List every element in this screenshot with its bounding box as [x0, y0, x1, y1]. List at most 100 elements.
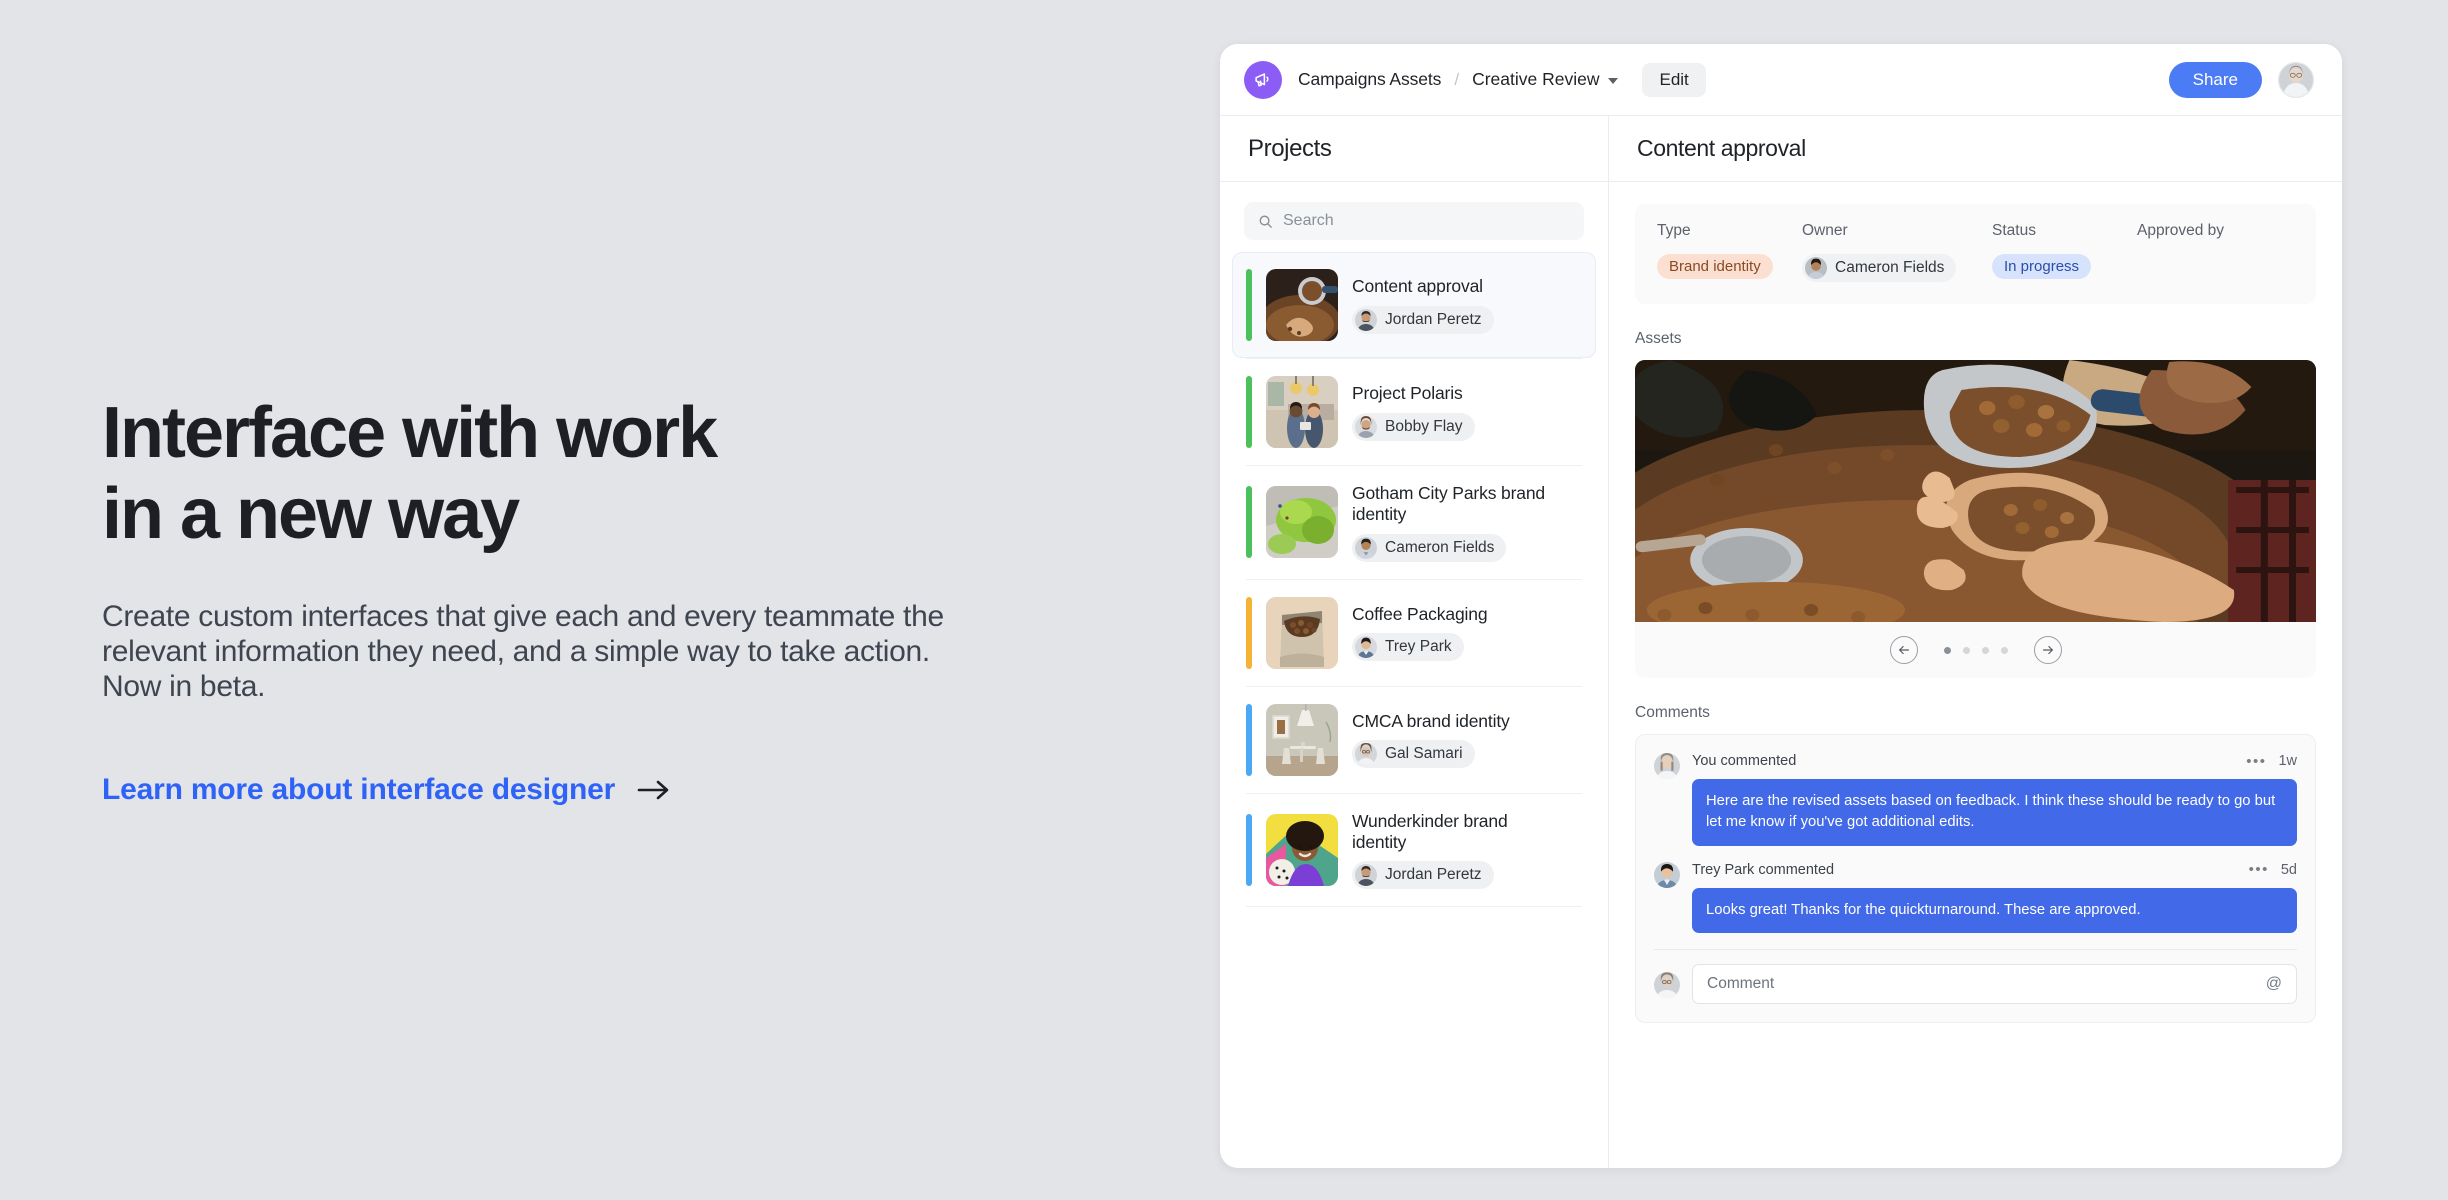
- comment-body: Trey Park commented ••• 5d Looks great! …: [1692, 860, 2297, 934]
- app-logo[interactable]: [1244, 60, 1282, 99]
- app-body: Projects Search Content approval Jordan …: [1220, 116, 2342, 1168]
- owner-name: Bobby Flay: [1385, 417, 1463, 435]
- comment-text: Looks great! Thanks for the quickturnaro…: [1692, 887, 2297, 934]
- divider: [1246, 906, 1582, 908]
- owner-chip[interactable]: Gal Samari: [1352, 740, 1475, 769]
- project-meta: CMCA brand identity Gal Samari: [1352, 711, 1510, 769]
- comment-author: You commented: [1692, 753, 1797, 769]
- assets-label: Assets: [1635, 330, 1682, 347]
- search-box[interactable]: [1244, 202, 1584, 240]
- owner-name: Jordan Peretz: [1385, 310, 1482, 328]
- user-avatar-icon: [1654, 972, 1680, 999]
- list-item[interactable]: Gotham City Parks brand identity Cameron…: [1232, 466, 1596, 579]
- breadcrumb-root[interactable]: Campaigns Assets: [1298, 69, 1441, 90]
- comment-body: You commented ••• 1w Here are the revise…: [1692, 751, 2297, 846]
- comments-label: Comments: [1635, 704, 1710, 721]
- project-name: Coffee Packaging: [1352, 604, 1488, 625]
- carousel-dot[interactable]: [1943, 646, 1951, 654]
- projects-panel-header: Projects: [1220, 116, 1608, 182]
- breadcrumb-separator: /: [1454, 69, 1460, 89]
- projects-panel: Projects Search Content approval Jordan …: [1220, 116, 1609, 1168]
- carousel-dot[interactable]: [1962, 646, 1970, 654]
- ellipsis-icon[interactable]: •••: [2249, 861, 2269, 878]
- metadata-label-owner: Owner: [1802, 222, 1848, 239]
- user-avatar-icon: [1355, 864, 1377, 887]
- at-icon[interactable]: @: [2266, 975, 2282, 993]
- metadata-column-type: Type Brand identity: [1657, 222, 1802, 284]
- project-name: CMCA brand identity: [1352, 711, 1510, 732]
- list-item[interactable]: Coffee Packaging Trey Park: [1232, 580, 1596, 686]
- app-topbar: Campaigns Assets / Creative Review Edit …: [1220, 44, 2342, 116]
- metadata-column-approved-by: Approved by: [2137, 222, 2224, 284]
- comments-card: You commented ••• 1w Here are the revise…: [1635, 734, 2316, 1024]
- app-window: Campaigns Assets / Creative Review Edit …: [1220, 44, 2342, 1168]
- carousel-next-button[interactable]: [2033, 636, 2062, 664]
- owner-chip[interactable]: Cameron Fields: [1352, 533, 1507, 562]
- avatar: [1654, 861, 1680, 888]
- chevron-down-icon: [1608, 77, 1619, 84]
- owner-chip[interactable]: Jordan Peretz: [1352, 861, 1494, 890]
- user-avatar-icon: [1355, 743, 1377, 766]
- owner-chip[interactable]: Trey Park: [1352, 633, 1464, 662]
- project-thumbnail: [1266, 703, 1338, 776]
- avatar: [1355, 308, 1377, 331]
- comment-composer: @: [1654, 964, 2297, 1005]
- list-item[interactable]: Content approval Jordan Peretz: [1232, 252, 1596, 358]
- comment-input[interactable]: [1707, 975, 2258, 994]
- page-title: Interface with work in a new way: [102, 393, 1062, 554]
- avatar: [1355, 536, 1377, 559]
- breadcrumb-current[interactable]: Creative Review: [1472, 69, 1619, 90]
- headline-line-2: in a new way: [102, 473, 520, 554]
- status-badge: In progress: [1992, 254, 2092, 279]
- owner-chip[interactable]: Cameron Fields: [1802, 254, 1957, 282]
- projects-title: Projects: [1248, 134, 1332, 162]
- project-meta: Gotham City Parks brand identity Cameron…: [1352, 483, 1547, 562]
- project-meta: Project Polaris Bobby Flay: [1352, 383, 1475, 441]
- project-thumbnail: [1266, 376, 1338, 448]
- project-name: Project Polaris: [1352, 383, 1463, 404]
- metadata-column-status: Status In progress: [1992, 222, 2137, 284]
- owner-chip[interactable]: Jordan Peretz: [1352, 305, 1494, 334]
- cafe-people-thumb-icon: [1266, 376, 1338, 448]
- project-meta: Content approval Jordan Peretz: [1352, 276, 1494, 334]
- arrow-left-icon: [1898, 645, 1909, 655]
- owner-name: Cameron Fields: [1385, 538, 1495, 556]
- project-thumbnail: [1266, 814, 1338, 887]
- comment-input-wrapper[interactable]: @: [1692, 964, 2297, 1005]
- owner-chip[interactable]: Bobby Flay: [1352, 412, 1475, 441]
- status-bar: [1246, 596, 1252, 669]
- search-input[interactable]: [1283, 212, 1570, 230]
- edit-button[interactable]: Edit: [1642, 62, 1706, 97]
- page-root: Interface with work in a new way Create …: [0, 0, 2448, 1200]
- list-item[interactable]: Project Polaris Bobby Flay: [1232, 359, 1596, 465]
- arrow-right-icon: [2042, 645, 2053, 655]
- list-item[interactable]: Wunderkinder brand identity Jordan Peret…: [1232, 794, 1596, 907]
- park-aerial-thumb-icon: [1266, 486, 1338, 559]
- learn-more-label: Learn more about interface designer: [102, 772, 616, 806]
- carousel-dot[interactable]: [1981, 646, 1989, 654]
- coffee-roasting-thumb-icon: [1266, 269, 1338, 341]
- user-avatar: [2279, 62, 2313, 97]
- metadata-column-owner: Owner Cameron Fields: [1802, 222, 1992, 284]
- list-item[interactable]: CMCA brand identity Gal Samari: [1232, 687, 1596, 793]
- divider: [1654, 949, 2297, 951]
- carousel-dot[interactable]: [2000, 646, 2008, 654]
- share-button[interactable]: Share: [2168, 61, 2262, 98]
- project-name: Gotham City Parks brand identity: [1352, 483, 1546, 525]
- detail-panel: Content approval Type Brand identity Own…: [1609, 116, 2342, 1168]
- owner-name: Trey Park: [1385, 638, 1452, 656]
- comment-text: Here are the revised assets based on fee…: [1692, 779, 2297, 846]
- user-avatar-icon: [1355, 636, 1377, 659]
- project-thumbnail: [1266, 269, 1338, 341]
- asset-carousel-controls: [1635, 622, 2316, 678]
- user-avatar-icon: [1805, 257, 1827, 279]
- search-wrapper: [1220, 182, 1608, 248]
- carousel-prev-button[interactable]: [1889, 636, 1918, 664]
- user-avatar-icon: [1355, 415, 1377, 438]
- asset-image[interactable]: [1635, 360, 2316, 622]
- marketing-section: Interface with work in a new way Create …: [0, 0, 1220, 1200]
- ellipsis-icon[interactable]: •••: [2246, 753, 2266, 770]
- learn-more-link[interactable]: Learn more about interface designer: [102, 773, 1220, 807]
- owner-name: Cameron Fields: [1835, 259, 1945, 276]
- avatar[interactable]: [2278, 61, 2314, 98]
